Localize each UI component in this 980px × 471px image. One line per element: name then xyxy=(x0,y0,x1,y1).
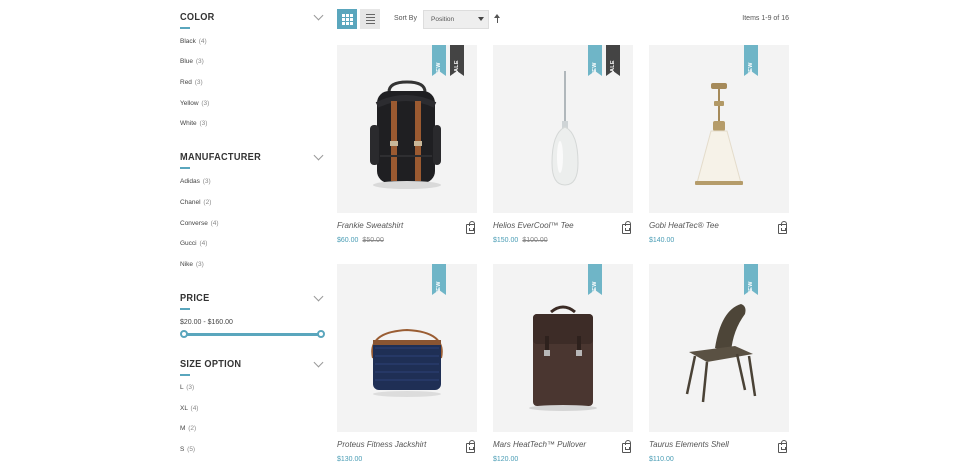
filter-option-m[interactable]: M (2) xyxy=(180,425,196,432)
list-icon xyxy=(365,13,375,25)
product-name[interactable]: Gobi HeatTec® Tee xyxy=(649,221,719,230)
price-slider[interactable] xyxy=(180,329,325,339)
title-underline xyxy=(180,308,190,310)
product-image-leather-backpack[interactable]: NEW xyxy=(493,264,633,432)
product-name[interactable]: Proteus Fitness Jackshirt xyxy=(337,440,426,449)
title-underline xyxy=(180,374,190,376)
filter-title: SIZE OPTION xyxy=(180,358,242,370)
filter-price-header[interactable]: PRICE xyxy=(180,290,325,306)
products-toolbar: Sort By Position Items 1-9 of 16 xyxy=(337,9,792,31)
add-to-cart-bag-icon[interactable] xyxy=(466,440,475,453)
product-image-woven-bag[interactable]: NEW xyxy=(337,264,477,432)
product-name[interactable]: Taurus Elements Shell xyxy=(649,440,729,449)
filter-option-gucci[interactable]: Gucci (4) xyxy=(180,240,207,247)
add-to-cart-bag-icon[interactable] xyxy=(778,440,787,453)
filter-option-s[interactable]: S (5) xyxy=(180,446,195,453)
grid-view-button[interactable] xyxy=(337,9,357,29)
filter-option-converse[interactable]: Converse (4) xyxy=(180,220,219,227)
filter-option-nike[interactable]: Nike (3) xyxy=(180,261,204,268)
items-count: Items 1-9 of 16 xyxy=(742,15,789,22)
product-name[interactable]: Frankie Sweatshirt xyxy=(337,221,403,230)
product-name[interactable]: Mars HeatTech™ Pullover xyxy=(493,440,586,449)
sort-by-label: Sort By xyxy=(394,15,417,22)
filter-option-white[interactable]: White (3) xyxy=(180,120,207,127)
add-to-cart-bag-icon[interactable] xyxy=(622,440,631,453)
list-view-button[interactable] xyxy=(360,9,380,29)
filter-option-yellow[interactable]: Yellow (3) xyxy=(180,100,209,107)
filter-option-xl[interactable]: XL (4) xyxy=(180,405,198,412)
old-price: $50.00 xyxy=(362,237,384,244)
filter-manufacturer: MANUFACTURER xyxy=(180,149,325,169)
filter-title: PRICE xyxy=(180,292,210,304)
chevron-down-icon[interactable] xyxy=(313,150,324,160)
filter-option-blue[interactable]: Blue (3) xyxy=(180,58,204,65)
chevron-down-icon[interactable] xyxy=(313,10,324,20)
sort-select-value: Position xyxy=(431,16,455,23)
slider-min-handle[interactable] xyxy=(180,330,188,338)
product-price: $120.00 xyxy=(493,456,519,463)
product-image-bulb-lamp[interactable]: NEW SALE xyxy=(493,45,633,213)
title-underline xyxy=(180,167,190,169)
product-image-backpack[interactable]: NEW SALE xyxy=(337,45,477,213)
add-to-cart-bag-icon[interactable] xyxy=(778,221,787,234)
sort-select[interactable]: Position xyxy=(423,10,489,29)
filter-price: PRICE xyxy=(180,290,325,310)
filter-title: MANUFACTURER xyxy=(180,151,262,163)
slider-track[interactable] xyxy=(183,333,322,336)
product-price: $110.00 xyxy=(649,456,674,463)
product-price: $140.00 xyxy=(649,237,675,244)
old-price: $100.00 xyxy=(522,237,548,244)
product-name[interactable]: Helios EverCool™ Tee xyxy=(493,221,574,230)
product-price: $60.00 $50.00 xyxy=(337,237,384,244)
filter-option-adidas[interactable]: Adidas (3) xyxy=(180,178,211,185)
filter-option-chanel[interactable]: Chanel (2) xyxy=(180,199,211,206)
filter-size: SIZE OPTION xyxy=(180,356,325,376)
filter-color-header[interactable]: COLOR xyxy=(180,9,325,25)
price-range-label: $20.00 - $160.00 xyxy=(180,319,233,326)
product-price: $150.00 $100.00 xyxy=(493,237,548,244)
chevron-down-icon[interactable] xyxy=(313,357,324,367)
product-image-chair[interactable]: NEW xyxy=(649,264,789,432)
filter-color: COLOR xyxy=(180,9,325,29)
filter-title: COLOR xyxy=(180,11,215,23)
filter-manufacturer-header[interactable]: MANUFACTURER xyxy=(180,149,325,165)
filter-option-l[interactable]: L (3) xyxy=(180,384,194,391)
slider-max-handle[interactable] xyxy=(317,330,325,338)
add-to-cart-bag-icon[interactable] xyxy=(466,221,475,234)
chevron-down-icon[interactable] xyxy=(313,291,324,301)
product-image-pendant-lamp[interactable]: NEW xyxy=(649,45,789,213)
sort-direction-arrow-up-icon[interactable] xyxy=(493,14,501,24)
grid-icon xyxy=(341,13,353,25)
title-underline xyxy=(180,27,190,29)
caret-down-icon xyxy=(478,17,484,21)
filter-option-black[interactable]: Black (4) xyxy=(180,38,207,45)
filter-size-header[interactable]: SIZE OPTION xyxy=(180,356,325,372)
add-to-cart-bag-icon[interactable] xyxy=(622,221,631,234)
filter-option-red[interactable]: Red (3) xyxy=(180,79,203,86)
product-price: $130.00 xyxy=(337,456,363,463)
